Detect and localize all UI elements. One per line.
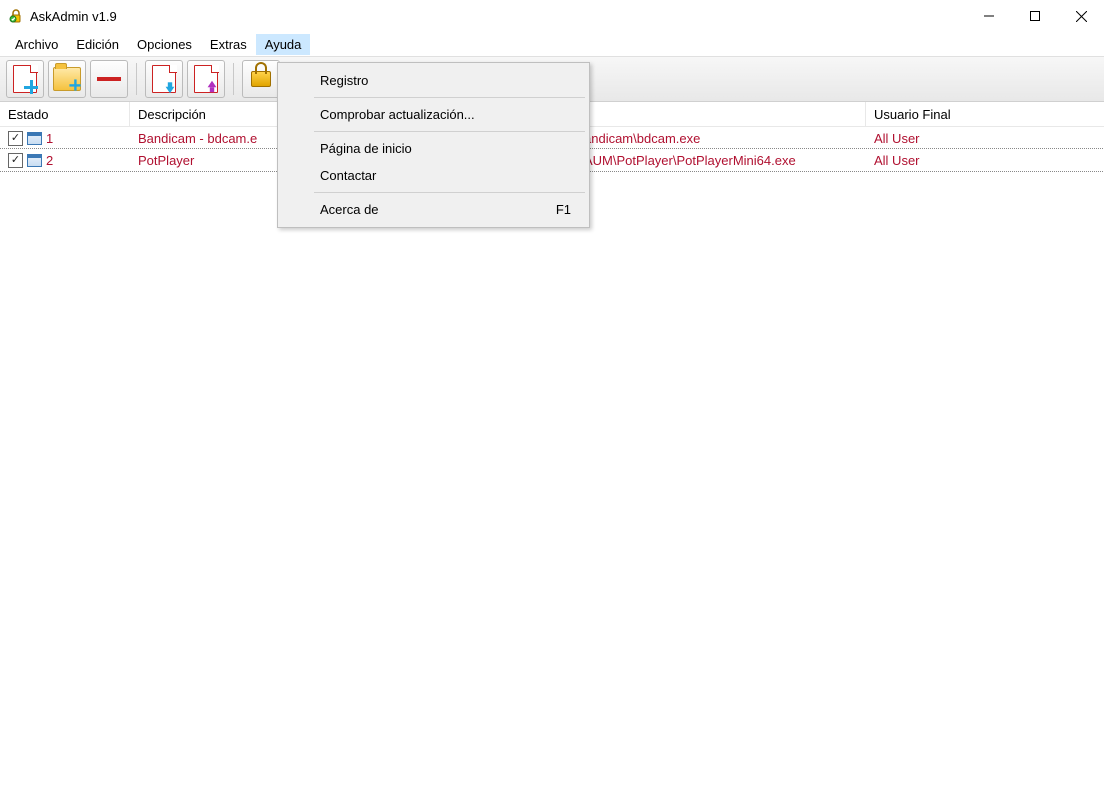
row-checkbox[interactable]: ✓ <box>8 153 23 168</box>
lock-button[interactable] <box>242 60 280 98</box>
menu-archivo[interactable]: Archivo <box>6 34 67 55</box>
menu-edicion[interactable]: Edición <box>67 34 128 55</box>
row-user: All User <box>866 153 1026 168</box>
remove-button[interactable] <box>90 60 128 98</box>
help-menu-dropdown: Registro Comprobar actualización... Pági… <box>277 62 590 228</box>
add-folder-button[interactable] <box>48 60 86 98</box>
window-title: AskAdmin v1.9 <box>30 9 117 24</box>
toolbar-separator <box>136 63 137 95</box>
import-button[interactable] <box>145 60 183 98</box>
menu-item-contact[interactable]: Contactar <box>280 162 587 189</box>
app-icon <box>8 8 24 24</box>
menu-separator <box>314 97 585 98</box>
row-number: 2 <box>46 153 53 168</box>
row-path: AUM\PotPlayer\PotPlayerMini64.exe <box>576 153 866 168</box>
menu-item-registro[interactable]: Registro <box>280 67 587 94</box>
app-window-icon <box>27 132 42 145</box>
menu-opciones[interactable]: Opciones <box>128 34 201 55</box>
export-button[interactable] <box>187 60 225 98</box>
menu-item-check-update[interactable]: Comprobar actualización... <box>280 101 587 128</box>
add-file-button[interactable] <box>6 60 44 98</box>
row-number: 1 <box>46 131 53 146</box>
menu-separator <box>314 131 585 132</box>
title-bar: AskAdmin v1.9 <box>0 0 1104 32</box>
row-user: All User <box>866 131 1026 146</box>
close-button[interactable] <box>1058 0 1104 32</box>
menu-item-homepage[interactable]: Página de inicio <box>280 135 587 162</box>
menu-extras[interactable]: Extras <box>201 34 256 55</box>
row-path: andicam\bdcam.exe <box>576 131 866 146</box>
app-window-icon <box>27 154 42 167</box>
menu-bar: Archivo Edición Opciones Extras Ayuda <box>0 32 1104 56</box>
menu-separator <box>314 192 585 193</box>
header-usuario[interactable]: Usuario Final <box>866 102 1026 126</box>
menu-ayuda[interactable]: Ayuda <box>256 34 311 55</box>
minimize-button[interactable] <box>966 0 1012 32</box>
menu-item-about[interactable]: Acerca deF1 <box>280 196 587 223</box>
row-checkbox[interactable]: ✓ <box>8 131 23 146</box>
header-ruta[interactable] <box>576 102 866 126</box>
header-estado[interactable]: Estado <box>0 102 130 126</box>
maximize-button[interactable] <box>1012 0 1058 32</box>
toolbar-separator <box>233 63 234 95</box>
